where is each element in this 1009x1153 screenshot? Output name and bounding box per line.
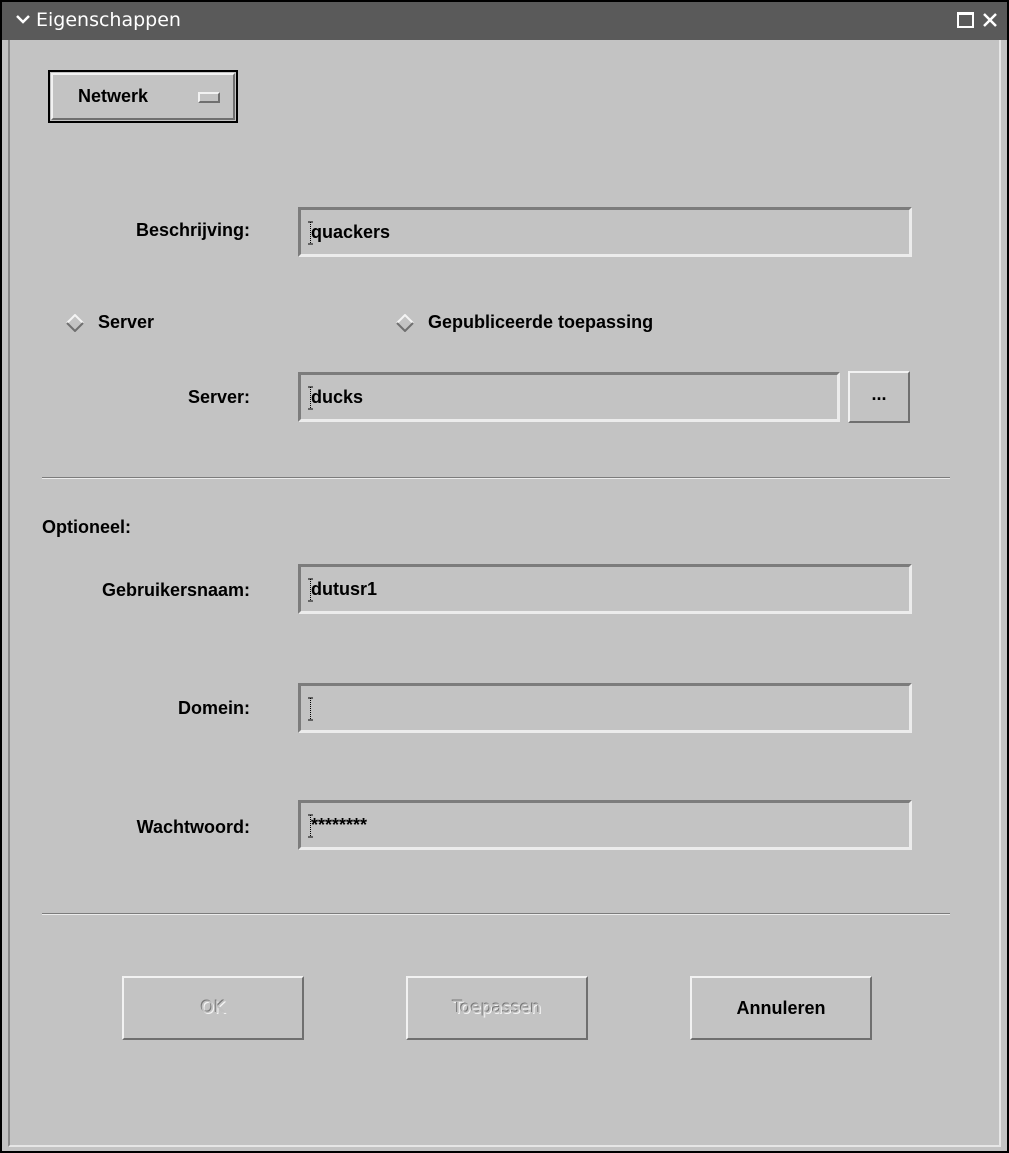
domain-label: Domein: xyxy=(178,698,250,718)
description-value: quackers xyxy=(311,222,391,242)
chevron-down-icon[interactable] xyxy=(14,10,32,28)
cancel-button-label: Annuleren xyxy=(736,998,826,1018)
password-field[interactable]: ******** xyxy=(298,800,912,850)
separator-bottom xyxy=(42,913,950,915)
apply-button-label: Toepassen xyxy=(452,998,542,1018)
browse-server-button-label: ... xyxy=(871,384,887,404)
properties-window: Eigenschappen Netwerk Beschrijving: quac… xyxy=(0,0,1009,1153)
separator-top xyxy=(42,477,950,479)
username-field[interactable]: dutusr1 xyxy=(298,564,912,614)
browse-server-button[interactable]: ... xyxy=(848,371,910,423)
password-value: ******** xyxy=(311,815,368,835)
description-label: Beschrijving: xyxy=(135,220,250,240)
server-value: ducks xyxy=(311,387,364,407)
cancel-button[interactable]: Annuleren xyxy=(690,976,872,1040)
category-option-menu-label: Netwerk xyxy=(78,86,149,106)
text-cursor-icon xyxy=(308,697,313,721)
diamond-radio-icon xyxy=(66,314,84,332)
title-bar[interactable]: Eigenschappen xyxy=(2,2,1007,40)
diamond-radio-icon xyxy=(396,314,414,332)
description-field[interactable]: quackers xyxy=(298,207,912,257)
window-title: Eigenschappen xyxy=(36,9,181,31)
radio-published-application[interactable]: Gepubliceerde toepassing xyxy=(396,310,736,336)
optional-heading: Optioneel: xyxy=(42,517,131,537)
domain-field[interactable] xyxy=(298,683,912,733)
radio-server[interactable]: Server xyxy=(66,310,216,336)
password-label: Wachtwoord: xyxy=(136,817,250,837)
radio-published-application-label: Gepubliceerde toepassing xyxy=(428,312,654,332)
ok-button-label: OK xyxy=(200,998,226,1018)
apply-button[interactable]: Toepassen xyxy=(406,976,588,1040)
server-field[interactable]: ducks xyxy=(298,372,840,422)
server-label: Server: xyxy=(187,387,250,407)
dialog-body: Netwerk Beschrijving: quackers Server Ge… xyxy=(8,40,1001,1147)
category-option-menu[interactable]: Netwerk xyxy=(48,70,238,123)
radio-server-label: Server xyxy=(98,312,155,332)
username-label: Gebruikersnaam: xyxy=(101,580,250,600)
username-value: dutusr1 xyxy=(311,579,378,599)
maximize-icon[interactable] xyxy=(956,10,976,30)
ok-button[interactable]: OK xyxy=(122,976,304,1040)
close-icon[interactable] xyxy=(980,10,1000,30)
option-menu-indicator-icon xyxy=(198,92,220,103)
